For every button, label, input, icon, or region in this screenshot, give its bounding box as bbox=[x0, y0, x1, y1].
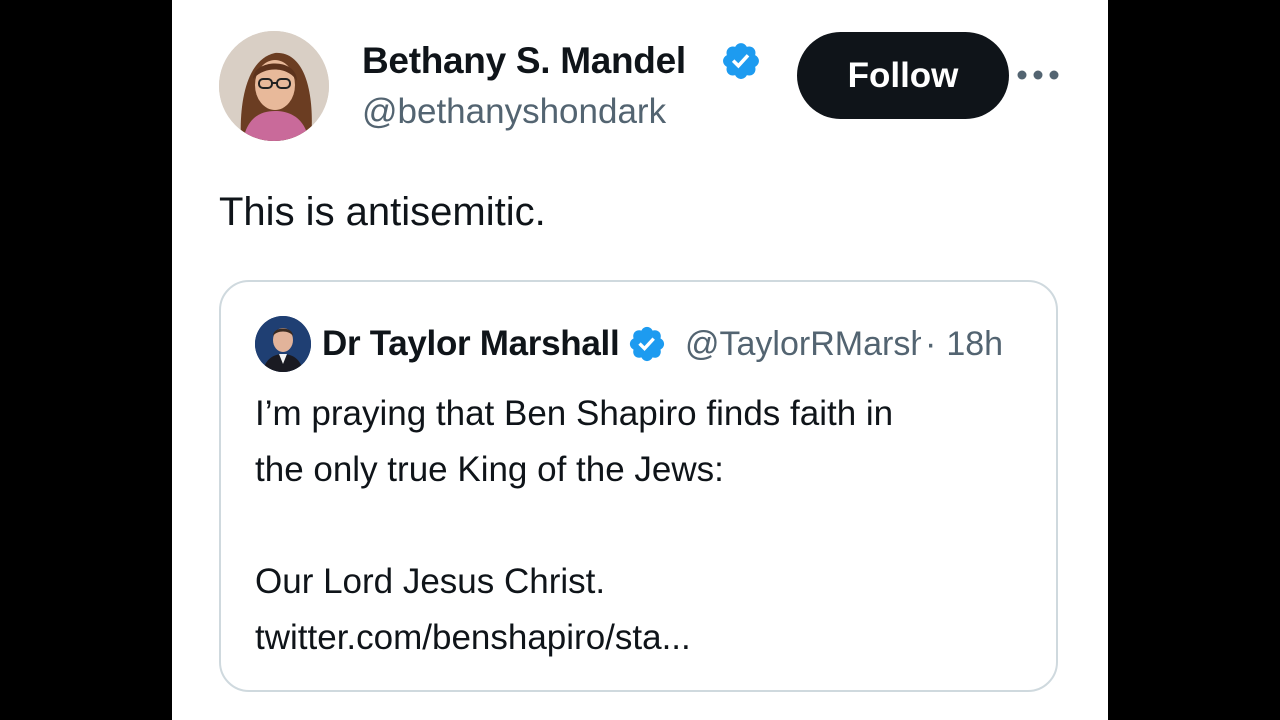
quoted-verified-badge-icon bbox=[627, 324, 667, 364]
follow-button[interactable]: Follow bbox=[797, 32, 1009, 119]
author-name-row[interactable]: Bethany S. Mandel bbox=[362, 38, 762, 84]
quoted-author-handle[interactable]: @TaylorRMarshall bbox=[685, 325, 921, 364]
more-options-icon[interactable] bbox=[1016, 60, 1060, 90]
quoted-tweet-card[interactable]: Dr Taylor Marshall @TaylorRMarshall · 18… bbox=[219, 280, 1058, 692]
tweet-text: This is antisemitic. bbox=[219, 190, 546, 234]
verified-badge-icon bbox=[720, 40, 762, 82]
quoted-text-line: I’m praying that Ben Shapiro finds faith… bbox=[255, 394, 894, 433]
quoted-text-link[interactable]: twitter.com/benshapiro/sta... bbox=[255, 610, 1045, 666]
tweet-card: Bethany S. Mandel @bethanyshondark Follo… bbox=[172, 0, 1108, 720]
quoted-author-display-name[interactable]: Dr Taylor Marshall bbox=[322, 324, 622, 364]
quoted-text-line: the only true King of the Jews: bbox=[255, 450, 724, 489]
quoted-header-separator: · bbox=[925, 324, 937, 363]
quoted-tweet-header: Dr Taylor Marshall @TaylorRMarshall · 18… bbox=[322, 320, 1003, 368]
author-display-name[interactable]: Bethany S. Mandel bbox=[362, 40, 714, 82]
quoted-author-avatar[interactable] bbox=[255, 316, 311, 372]
screenshot-stage: Bethany S. Mandel @bethanyshondark Follo… bbox=[0, 0, 1280, 720]
quoted-tweet-timestamp[interactable]: 18h bbox=[946, 325, 1003, 364]
quoted-tweet-text: I’m praying that Ben Shapiro finds faith… bbox=[255, 386, 1045, 666]
quoted-text-line: Our Lord Jesus Christ. bbox=[255, 562, 606, 601]
author-avatar[interactable] bbox=[219, 31, 329, 141]
quoted-text-blank-line bbox=[255, 498, 1045, 554]
author-handle[interactable]: @bethanyshondark bbox=[362, 92, 666, 132]
